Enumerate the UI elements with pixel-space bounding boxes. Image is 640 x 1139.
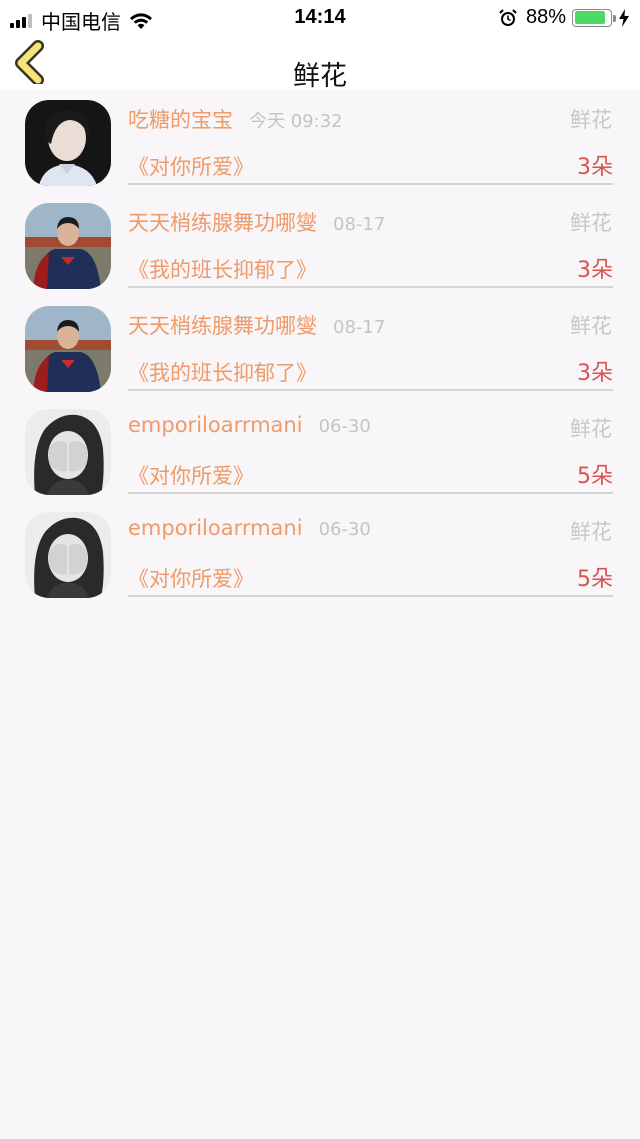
- divider: [128, 595, 613, 597]
- page-title: 鲜花: [293, 61, 347, 92]
- divider: [128, 286, 613, 288]
- avatar[interactable]: [25, 100, 111, 186]
- flower-count: 3朵: [577, 155, 613, 180]
- portrait-photo: [25, 100, 111, 186]
- song-title[interactable]: 《我的班长抑郁了》: [128, 254, 317, 284]
- superhero-photo: [25, 203, 111, 289]
- song-title[interactable]: 《我的班长抑郁了》: [128, 357, 317, 387]
- sender-name[interactable]: 天天梢练腺舞功哪燮 08-17: [128, 310, 385, 340]
- sender-name[interactable]: 天天梢练腺舞功哪燮 08-17: [128, 207, 385, 237]
- flower-count: 5朵: [577, 567, 613, 592]
- covered-face-photo: [25, 409, 111, 495]
- sender-name[interactable]: emporiloarrmani 06-30: [128, 516, 371, 540]
- list-item[interactable]: 吃糖的宝宝 今天 09:32 鲜花 《对你所爱》 3朵: [0, 90, 640, 193]
- status-bar: 中国电信 14:14 88%: [0, 0, 640, 36]
- send-date: 08-17: [333, 317, 386, 338]
- avatar[interactable]: [25, 306, 111, 392]
- divider: [128, 183, 613, 185]
- list-item[interactable]: emporiloarrmani 06-30 鲜花 《对你所爱》 5朵: [0, 502, 640, 605]
- gift-type: 鲜花: [570, 417, 612, 441]
- song-title[interactable]: 《对你所爱》: [128, 460, 254, 490]
- covered-face-photo: [25, 512, 111, 598]
- avatar[interactable]: [25, 203, 111, 289]
- list-item[interactable]: 天天梢练腺舞功哪燮 08-17 鲜花 《我的班长抑郁了》 3朵: [0, 193, 640, 296]
- sender-name[interactable]: 吃糖的宝宝 今天 09:32: [128, 104, 343, 134]
- gift-type: 鲜花: [570, 520, 612, 544]
- superhero-photo: [25, 306, 111, 392]
- battery-level: [574, 11, 606, 24]
- gift-type: 鲜花: [570, 314, 612, 338]
- flower-count: 3朵: [577, 361, 613, 386]
- flower-count: 3朵: [577, 258, 613, 283]
- send-date: 06-30: [318, 416, 371, 437]
- send-date: 08-17: [333, 214, 386, 235]
- song-title[interactable]: 《对你所爱》: [128, 563, 254, 593]
- avatar[interactable]: [25, 512, 111, 598]
- battery-icon: [572, 8, 616, 27]
- sender-name[interactable]: emporiloarrmani 06-30: [128, 413, 371, 437]
- divider: [128, 389, 613, 391]
- list-item[interactable]: emporiloarrmani 06-30 鲜花 《对你所爱》 5朵: [0, 399, 640, 502]
- nav-bar: 鲜花: [0, 36, 640, 92]
- song-title[interactable]: 《对你所爱》: [128, 151, 254, 181]
- send-date: 06-30: [318, 519, 371, 540]
- gift-list: 吃糖的宝宝 今天 09:32 鲜花 《对你所爱》 3朵 天天梢练腺舞功哪燮 08-1…: [0, 90, 640, 605]
- alarm-icon: [499, 8, 517, 26]
- divider: [128, 492, 613, 494]
- charging-icon: [619, 8, 629, 27]
- avatar[interactable]: [25, 409, 111, 495]
- status-right: 88%: [498, 6, 630, 29]
- flower-count: 5朵: [577, 464, 613, 489]
- gift-type: 鲜花: [570, 108, 612, 132]
- send-date: 今天 09:32: [249, 111, 343, 132]
- gift-type: 鲜花: [570, 211, 612, 235]
- battery-percent: 88%: [525, 6, 566, 28]
- list-item[interactable]: 天天梢练腺舞功哪燮 08-17 鲜花 《我的班长抑郁了》 3朵: [0, 296, 640, 399]
